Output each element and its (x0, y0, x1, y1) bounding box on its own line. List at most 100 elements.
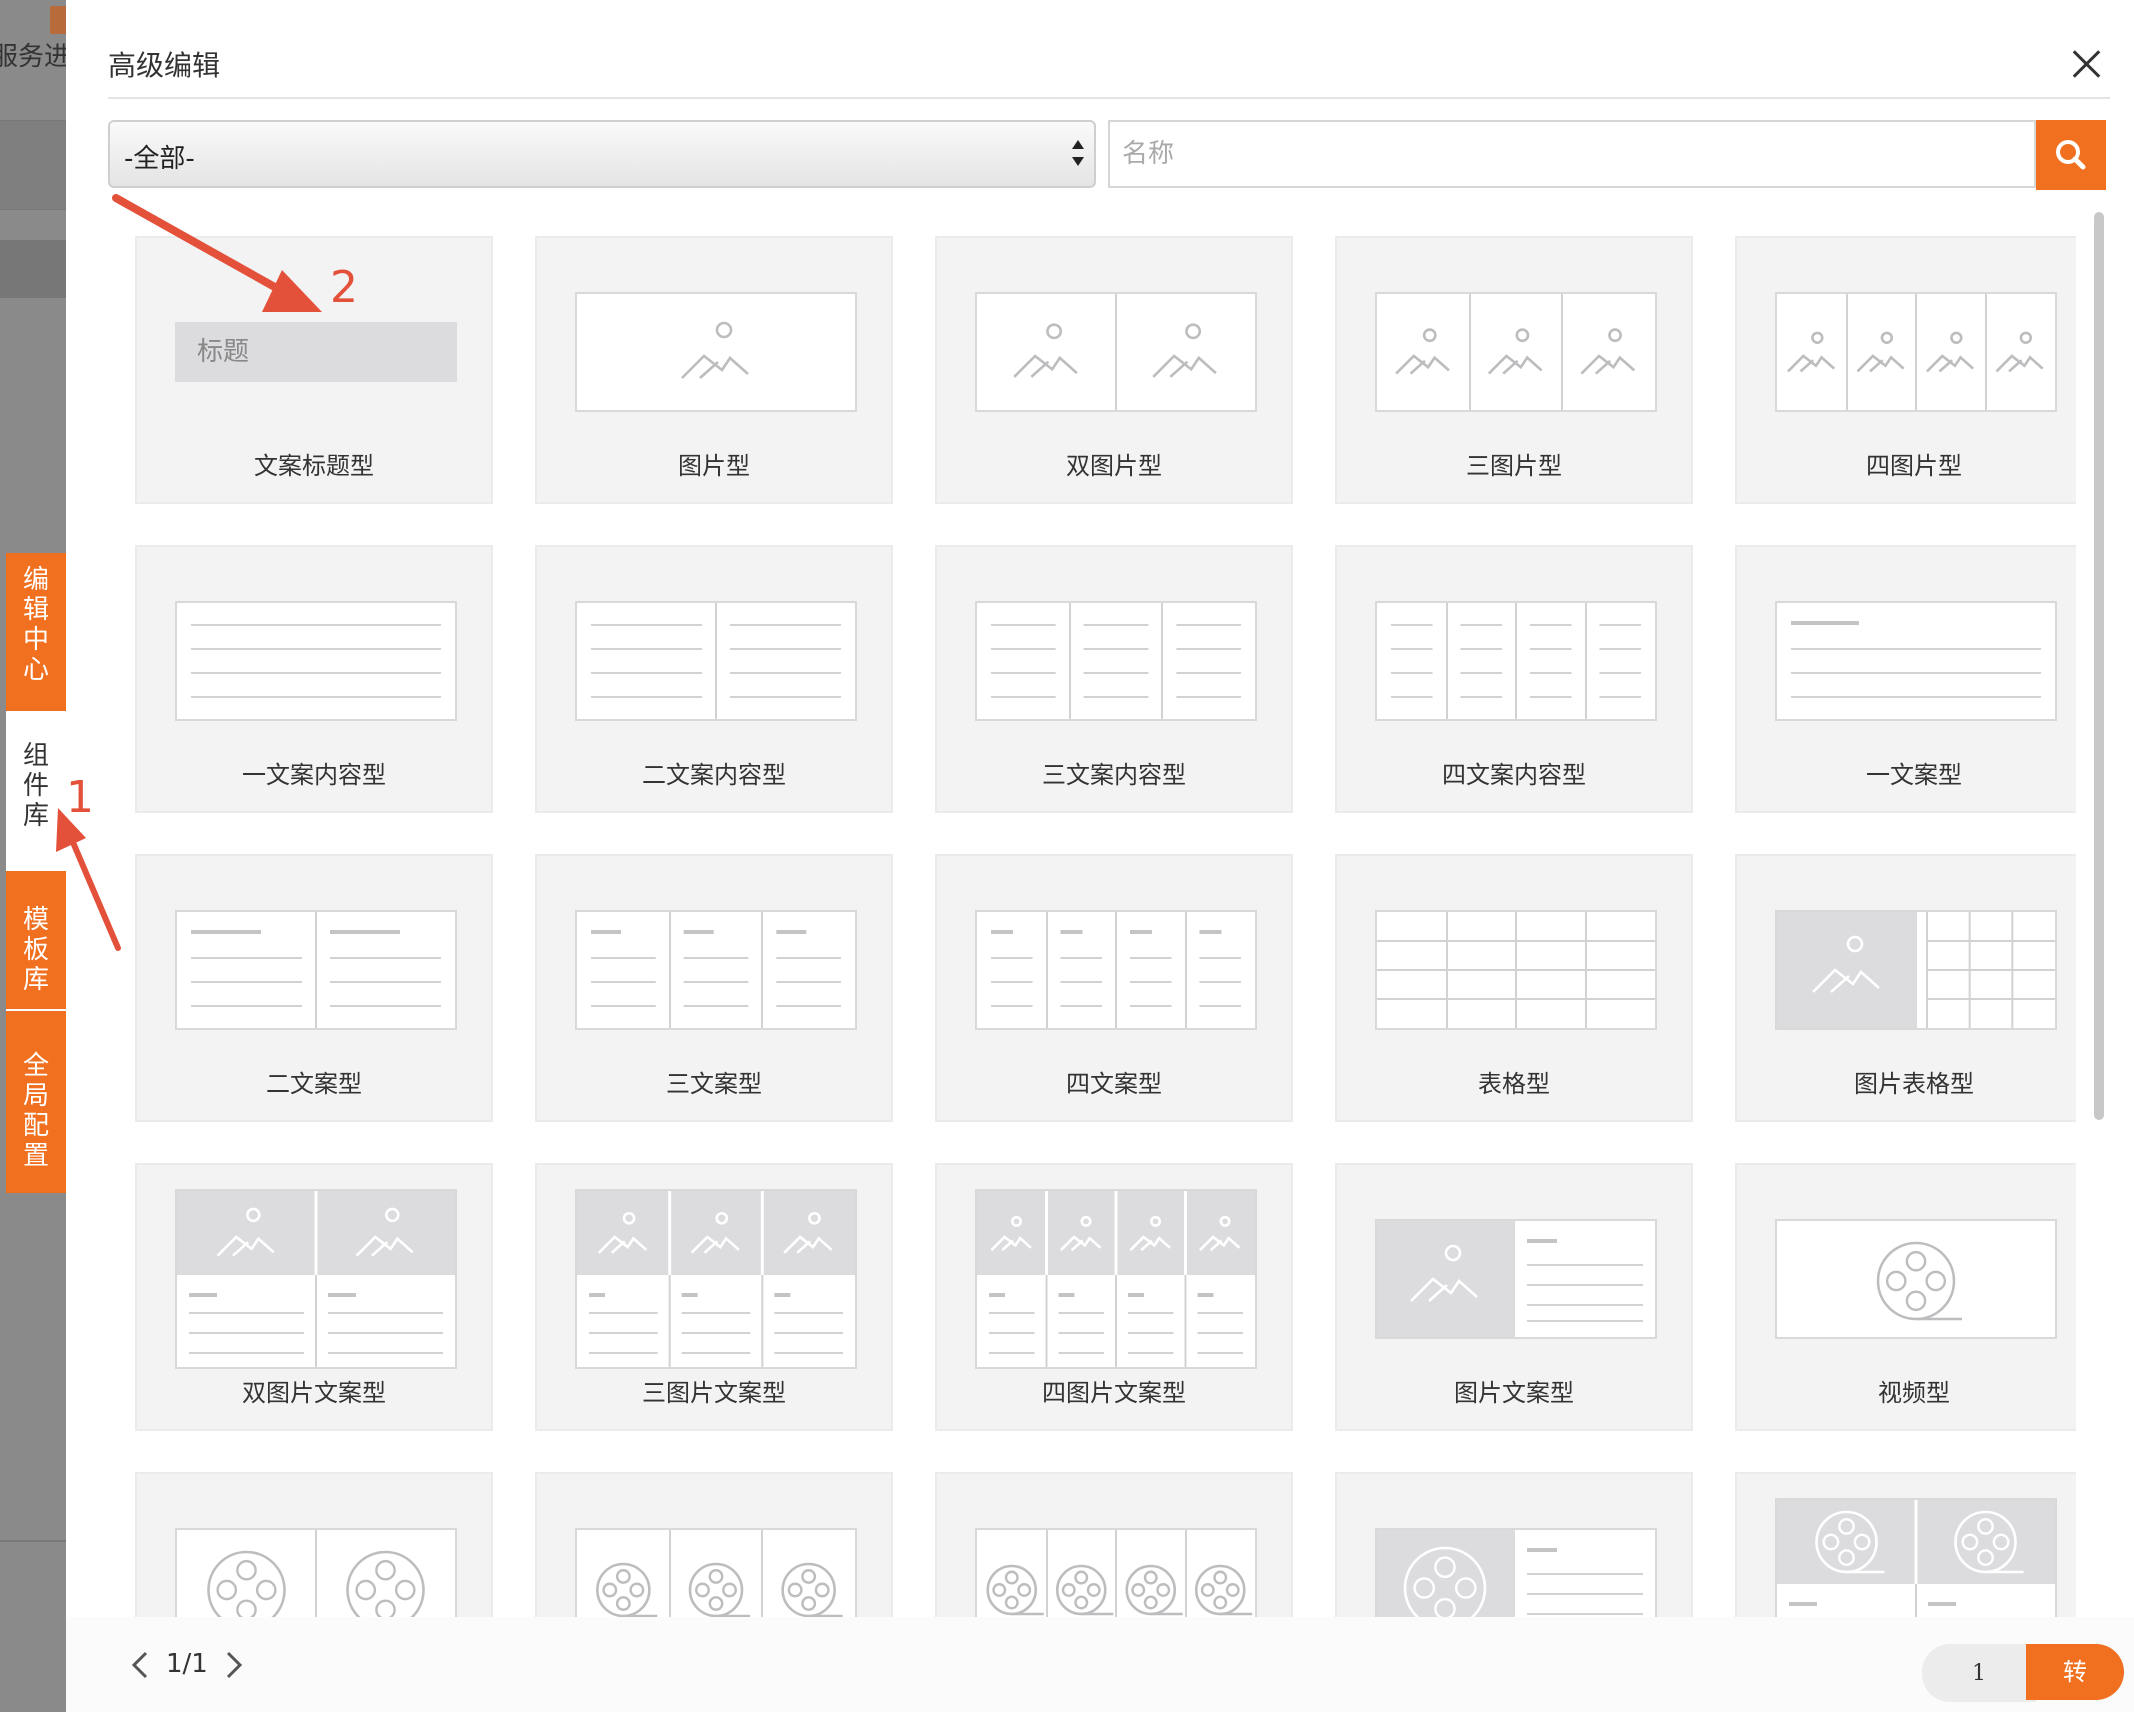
search-input[interactable] (1108, 120, 2036, 188)
next-page-button[interactable] (216, 1645, 252, 1685)
component-label: 三图片文案型 (642, 1379, 786, 1407)
component-card[interactable]: 三图片型 (1335, 236, 1693, 504)
component-card[interactable]: 四文案型 (935, 854, 1293, 1122)
component-preview: 标题 (175, 322, 457, 382)
image-placeholder-icon (1787, 294, 2044, 410)
component-label: 图片文案型 (1454, 1379, 1574, 1407)
tab-label: 编辑中心 (22, 565, 49, 685)
text-lines-icon (1377, 912, 1655, 1028)
text-lines-icon (991, 603, 1241, 719)
text-lines-icon (1791, 621, 2041, 698)
title-placeholder: 标题 (175, 322, 457, 382)
component-card[interactable] (1335, 1472, 1693, 1617)
component-card[interactable]: 标题 文案标题型 (135, 236, 493, 504)
background-text: 服务进度 (0, 42, 66, 72)
component-card[interactable] (535, 1472, 893, 1617)
component-preview (975, 601, 1257, 721)
annotation-marker-1: 1 (66, 772, 94, 823)
component-label: 三文案内容型 (1042, 761, 1186, 789)
component-label: 三文案型 (666, 1070, 762, 1098)
component-card[interactable]: 一文案内容型 (135, 545, 493, 813)
component-card[interactable]: 三图片文案型 (535, 1163, 893, 1431)
component-preview (1375, 1528, 1657, 1617)
component-preview (1375, 601, 1657, 721)
background-badge (50, 6, 66, 34)
category-select[interactable]: -全部- (108, 120, 1096, 188)
component-card[interactable]: 一文案型 (1735, 545, 2076, 813)
component-preview (575, 601, 857, 721)
prev-page-button[interactable] (122, 1645, 158, 1685)
component-preview (175, 601, 457, 721)
component-card[interactable]: 二文案型 (135, 854, 493, 1122)
text-lines-icon (591, 912, 841, 1028)
component-preview (175, 910, 457, 1030)
chevron-left-icon (131, 1651, 148, 1679)
component-label: 四图片型 (1866, 452, 1962, 480)
component-card[interactable]: 双图片型 (935, 236, 1293, 504)
component-preview (1375, 292, 1657, 412)
component-grid: 标题 文案标题型图片型 双图片型三图片型 四图片型一文案内容型 二文案内容型三文案内容型… (126, 232, 2076, 1617)
component-card[interactable]: 二文案内容型 (535, 545, 893, 813)
component-card[interactable]: 四图片文案型 (935, 1163, 1293, 1431)
component-card[interactable] (135, 1472, 493, 1617)
component-label: 一文案型 (1866, 761, 1962, 789)
image-placeholder-icon (1395, 294, 1636, 410)
component-card[interactable]: 三文案型 (535, 854, 893, 1122)
tab-edit-center[interactable]: 编辑中心 (6, 553, 66, 711)
video-reel-icon (1777, 1500, 2055, 1617)
component-card[interactable]: 视频型 (1735, 1163, 2076, 1431)
search-button[interactable] (2036, 120, 2106, 190)
component-preview (975, 910, 1257, 1030)
video-reel-icon (596, 1530, 843, 1617)
component-label: 四文案型 (1066, 1070, 1162, 1098)
component-label: 图片表格型 (1854, 1070, 1974, 1098)
close-icon[interactable] (2066, 44, 2106, 84)
divider (108, 97, 2110, 99)
component-card[interactable]: 四文案内容型 (1335, 545, 1693, 813)
category-select-value: -全部- (124, 144, 195, 174)
tab-global-config[interactable]: 全局配置 (6, 1011, 66, 1193)
component-preview (175, 1189, 457, 1369)
component-card[interactable] (1735, 1472, 2076, 1617)
page-indicator: 1/1 (166, 1649, 208, 1679)
component-preview (975, 1528, 1257, 1617)
component-card[interactable]: 双图片文案型 (135, 1163, 493, 1431)
image-placeholder-icon (1013, 294, 1217, 410)
component-preview (575, 1528, 857, 1617)
component-card[interactable]: 表格型 (1335, 854, 1693, 1122)
component-label: 三图片型 (1466, 452, 1562, 480)
tab-template-library[interactable]: 模板库 (6, 871, 66, 1011)
text-lines-icon (191, 912, 441, 1028)
tab-label: 组件库 (22, 741, 49, 831)
annotation-marker-2: 2 (330, 262, 358, 313)
component-label: 二文案型 (266, 1070, 362, 1098)
video-reel-icon (1876, 1241, 1962, 1321)
image-placeholder-icon (1377, 1221, 1643, 1337)
video-reel-icon (1377, 1530, 1643, 1617)
tab-label: 全局配置 (22, 1051, 49, 1171)
component-label: 视频型 (1878, 1379, 1950, 1407)
component-preview (575, 910, 857, 1030)
component-preview (1775, 292, 2057, 412)
background-divider (0, 1540, 66, 1542)
component-card[interactable] (935, 1472, 1293, 1617)
component-card[interactable]: 图片文案型 (1335, 1163, 1693, 1431)
tab-component-library[interactable]: 组件库 (6, 711, 66, 871)
scrollbar[interactable] (2094, 212, 2104, 1120)
component-label: 图片型 (678, 452, 750, 480)
image-placeholder-icon (681, 321, 749, 379)
video-reel-icon (986, 1530, 1253, 1617)
component-card[interactable]: 四图片型 (1735, 236, 2076, 504)
component-preview (175, 1528, 457, 1617)
component-preview (1775, 1219, 2057, 1339)
image-placeholder-icon (577, 1191, 855, 1367)
component-preview (1775, 1498, 2057, 1617)
image-placeholder-icon (177, 1191, 455, 1367)
component-card[interactable]: 图片表格型 (1735, 854, 2076, 1122)
component-card[interactable]: 图片型 (535, 236, 893, 504)
component-card[interactable]: 三文案内容型 (935, 545, 1293, 813)
dialog-title: 高级编辑 (108, 49, 221, 82)
component-label: 双图片文案型 (242, 1379, 386, 1407)
page-jump-input[interactable] (1922, 1644, 2036, 1702)
page-jump-button[interactable]: 转 (2026, 1644, 2124, 1700)
